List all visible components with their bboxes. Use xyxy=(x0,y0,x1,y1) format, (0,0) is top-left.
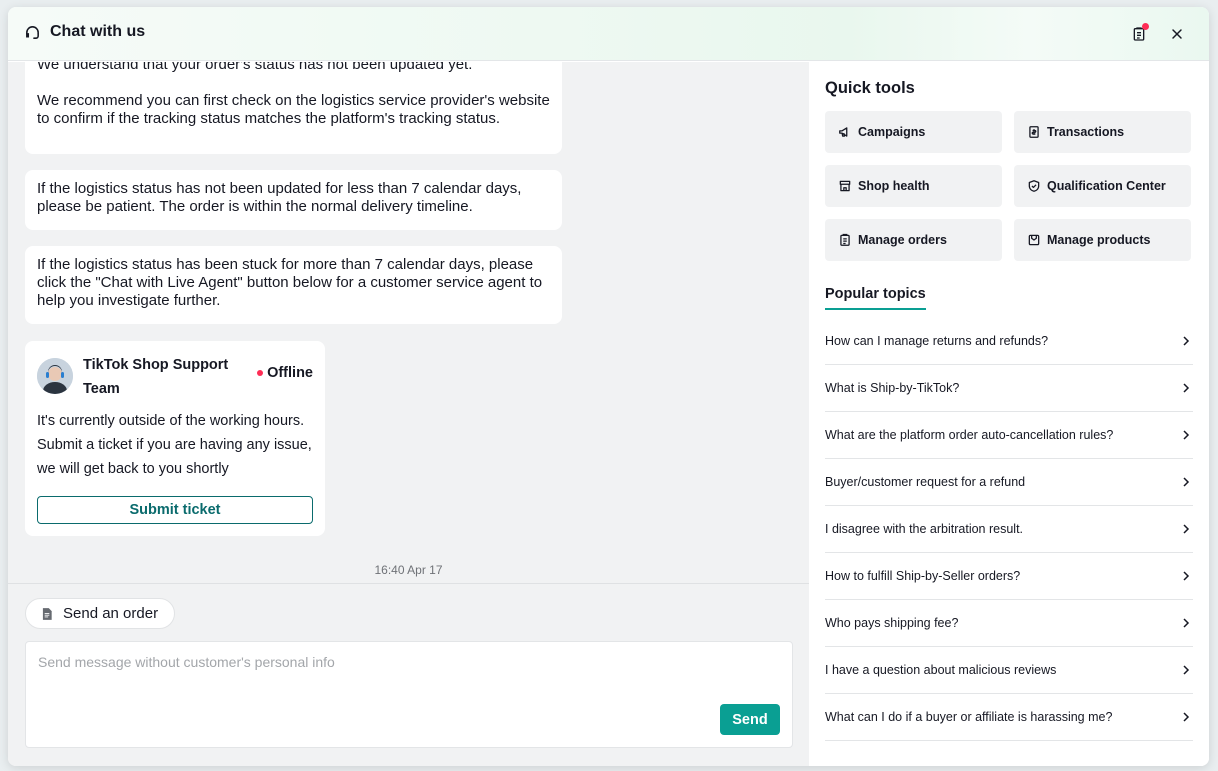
chevron-right-icon xyxy=(1183,336,1190,346)
message-text: We understand that your order's status h… xyxy=(37,62,473,73)
offline-dot-icon xyxy=(257,370,264,376)
topic-list: How can I manage returns and refunds? Wh… xyxy=(825,318,1193,741)
store-icon xyxy=(839,180,851,192)
tool-transactions[interactable]: Transactions xyxy=(1014,111,1191,153)
chat-window: Chat with us We understand that your ord… xyxy=(8,7,1209,766)
topic-item[interactable]: What is Ship-by-TikTok? xyxy=(825,365,1193,412)
message-bubble: If the logistics status has not been upd… xyxy=(25,170,562,230)
topic-label: What is Ship-by-TikTok? xyxy=(825,381,960,395)
megaphone-icon xyxy=(839,127,848,137)
topic-item[interactable]: I have a question about malicious review… xyxy=(825,647,1193,694)
close-button[interactable] xyxy=(1167,24,1187,44)
topic-item[interactable]: Who pays shipping fee? xyxy=(825,600,1193,647)
message-box: Send xyxy=(25,641,793,748)
notification-dot xyxy=(1142,23,1149,30)
status-badge: Offline xyxy=(257,365,313,381)
tool-manage-orders[interactable]: Manage orders xyxy=(825,219,1002,261)
conversation-panel: We understand that your order's status h… xyxy=(8,62,809,766)
clipboard-icon xyxy=(840,233,850,246)
topic-item[interactable]: What are the platform order auto-cancell… xyxy=(825,412,1193,459)
box-icon xyxy=(1028,234,1040,246)
document-icon xyxy=(42,607,52,620)
submit-ticket-button[interactable]: Submit ticket xyxy=(37,496,313,524)
message-bubble: If the logistics status has been stuck f… xyxy=(25,246,562,324)
avatar xyxy=(37,358,73,394)
topic-label: What can I do if a buyer or affiliate is… xyxy=(825,710,1113,724)
headset-icon xyxy=(26,25,39,39)
composer: Send an order Send xyxy=(8,583,809,766)
shield-icon xyxy=(1028,180,1040,192)
status-text: Offline xyxy=(267,365,313,381)
close-icon xyxy=(1172,29,1182,39)
support-card: TikTok Shop Support Team Offline It's cu… xyxy=(25,341,325,536)
header-title: Chat with us xyxy=(24,23,145,41)
topic-label: How to fulfill Ship-by-Seller orders? xyxy=(825,569,1021,583)
receipt-icon xyxy=(1029,126,1039,138)
message-text: We recommend you can first check on the … xyxy=(37,92,550,127)
tool-label: Manage orders xyxy=(858,233,947,247)
tool-label: Shop health xyxy=(858,179,930,193)
tool-manage-products[interactable]: Manage products xyxy=(1014,219,1191,261)
topic-item[interactable]: I disagree with the arbitration result. xyxy=(825,506,1193,553)
support-team-name: TikTok Shop Support Team xyxy=(83,357,229,397)
topic-label: I have a question about malicious review… xyxy=(825,663,1057,677)
topic-item[interactable]: Buyer/customer request for a refund xyxy=(825,459,1193,506)
tool-label: Manage products xyxy=(1047,233,1151,247)
chevron-right-icon xyxy=(1183,383,1190,393)
topic-label: How can I manage returns and refunds? xyxy=(825,334,1049,348)
tool-label: Qualification Center xyxy=(1047,179,1166,193)
ticket-list-button[interactable] xyxy=(1129,23,1149,44)
tool-campaigns[interactable]: Campaigns xyxy=(825,111,1002,153)
message-list[interactable]: We understand that your order's status h… xyxy=(8,62,809,583)
tool-label: Transactions xyxy=(1047,125,1125,139)
topic-item[interactable]: How can I manage returns and refunds? xyxy=(825,318,1193,365)
message-text: If the logistics status has not been upd… xyxy=(37,180,522,215)
chat-header: Chat with us xyxy=(8,7,1209,61)
chevron-right-icon xyxy=(1183,571,1190,581)
chat-title: Chat with us xyxy=(50,23,146,40)
topic-label: Buyer/customer request for a refund xyxy=(825,475,1026,489)
topic-item[interactable]: How to fulfill Ship-by-Seller orders? xyxy=(825,553,1193,600)
message-input[interactable] xyxy=(38,654,778,704)
tool-label: Campaigns xyxy=(858,125,926,139)
topic-label: Who pays shipping fee? xyxy=(825,616,959,630)
offline-message: It's currently outside of the working ho… xyxy=(37,413,312,477)
chevron-right-icon xyxy=(1183,665,1190,675)
message-timestamp: 16:40 Apr 17 xyxy=(374,563,443,577)
message-bubble: We understand that your order's status h… xyxy=(25,62,562,154)
tool-shop-health[interactable]: Shop health xyxy=(825,165,1002,207)
send-button[interactable]: Send xyxy=(720,704,780,735)
topic-label: What are the platform order auto-cancell… xyxy=(825,428,1114,442)
chevron-right-icon xyxy=(1183,524,1190,534)
chevron-right-icon xyxy=(1183,618,1190,628)
popular-topics-tab[interactable]: Popular topics xyxy=(825,286,926,310)
chevron-right-icon xyxy=(1183,712,1190,722)
quick-tools-title: Quick tools xyxy=(825,79,915,97)
help-sidebar: Quick tools Campaigns Transactions Shop … xyxy=(809,62,1209,766)
send-order-label: Send an order xyxy=(63,605,159,622)
chevron-right-icon xyxy=(1183,430,1190,440)
chevron-right-icon xyxy=(1183,477,1190,487)
topic-label: I disagree with the arbitration result. xyxy=(825,522,1024,536)
send-order-button[interactable]: Send an order xyxy=(25,598,176,629)
tool-qualification-center[interactable]: Qualification Center xyxy=(1014,165,1191,207)
message-text: If the logistics status has been stuck f… xyxy=(37,256,543,309)
topic-item[interactable]: What can I do if a buyer or affiliate is… xyxy=(825,694,1193,741)
